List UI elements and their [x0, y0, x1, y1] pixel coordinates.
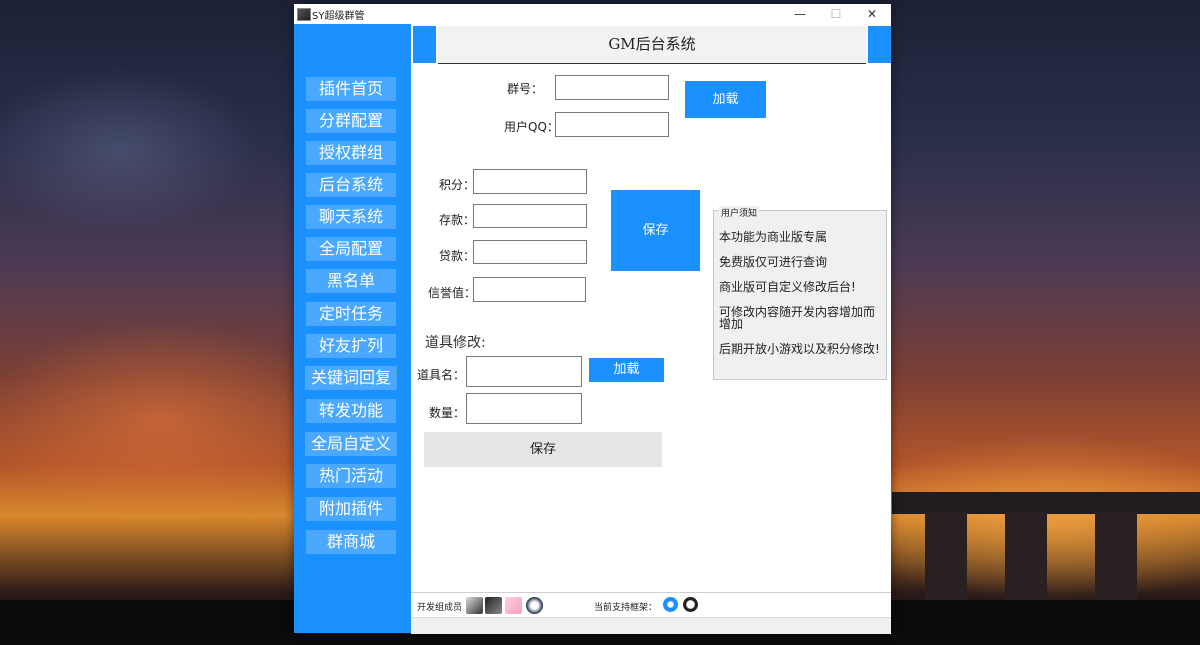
app-icon: [297, 8, 311, 21]
framework-icon[interactable]: [663, 597, 678, 612]
group-number-label: 群号：: [507, 82, 544, 96]
avatar[interactable]: [505, 597, 522, 614]
notice-line: 免费版仅可进行查询: [719, 255, 828, 269]
save-stats-button[interactable]: 保存: [611, 190, 700, 271]
credit-label: 信誉值：: [428, 286, 477, 300]
window-title: SY超级群管: [312, 11, 365, 22]
page-title: GM后台系统: [438, 26, 866, 64]
app-window: SY超级群管 — ☐ ✕ 插件首页 分群配置 授权群组 后台系统 聊天系统 全局…: [294, 4, 891, 634]
loan-label: 贷款：: [439, 249, 476, 263]
user-notice-title: 用户须知: [719, 206, 760, 219]
quantity-input[interactable]: [466, 393, 582, 424]
notice-line: 本功能为商业版专属: [719, 230, 828, 244]
quantity-label: 数量：: [429, 406, 466, 420]
sidebar-item-blacklist[interactable]: 黑名单: [306, 269, 396, 293]
header-accent-right: [868, 26, 891, 63]
save-item-button[interactable]: 保存: [424, 432, 662, 467]
close-icon[interactable]: ✕: [854, 4, 890, 24]
footer: 开发组成员 当前支持框架：: [411, 592, 891, 618]
title-bar[interactable]: SY超级群管 — ☐ ✕: [294, 4, 891, 24]
main-panel: GM后台系统 群号： 用户QQ： 加载 积分： 存款： 贷款： 信誉值： 保存 …: [411, 24, 891, 634]
points-input[interactable]: [473, 169, 587, 194]
wallpaper-pillar: [1095, 512, 1137, 612]
avatar[interactable]: [466, 597, 483, 614]
wallpaper-pillar: [925, 512, 967, 612]
loan-input[interactable]: [473, 240, 587, 264]
deposit-input[interactable]: [473, 204, 587, 228]
sidebar-item-global-custom[interactable]: 全局自定义: [305, 432, 397, 456]
load-user-button[interactable]: 加载: [685, 81, 766, 118]
minimize-icon[interactable]: —: [782, 4, 818, 24]
deposit-label: 存款：: [439, 213, 476, 227]
framework-label: 当前支持框架：: [594, 603, 658, 613]
avatar[interactable]: [485, 597, 502, 614]
sidebar-item-forward[interactable]: 转发功能: [306, 399, 396, 423]
sidebar-item-auth-groups[interactable]: 授权群组: [306, 141, 396, 165]
avatar[interactable]: [526, 597, 543, 614]
sidebar-item-events[interactable]: 热门活动: [306, 464, 396, 488]
header-accent-left: [413, 26, 436, 63]
group-number-input[interactable]: [555, 75, 669, 100]
dev-team-label: 开发组成员: [417, 603, 463, 613]
status-bar: [411, 617, 891, 634]
sidebar-item-scheduled[interactable]: 定时任务: [306, 302, 396, 326]
notice-line: 可修改内容随开发内容增加而增加: [719, 305, 876, 331]
credit-input[interactable]: [473, 277, 586, 302]
sidebar-item-addons[interactable]: 附加插件: [306, 497, 396, 521]
sidebar-item-group-config[interactable]: 分群配置: [306, 109, 396, 133]
item-name-label: 道具名：: [417, 368, 466, 382]
item-name-input[interactable]: [466, 356, 582, 387]
wallpaper-bridge: [892, 492, 1200, 514]
sidebar-item-friends[interactable]: 好友扩列: [306, 334, 396, 358]
notice-line: 后期开放小游戏以及积分修改!: [719, 342, 880, 356]
sidebar-item-plugin-home[interactable]: 插件首页: [306, 77, 396, 101]
points-label: 积分：: [439, 178, 476, 192]
wallpaper-pillar: [1005, 512, 1047, 612]
load-item-button[interactable]: 加载: [589, 358, 664, 382]
sidebar: 插件首页 分群配置 授权群组 后台系统 聊天系统 全局配置 黑名单 定时任务 好…: [294, 24, 411, 633]
user-qq-input[interactable]: [555, 112, 669, 137]
sidebar-item-chat[interactable]: 聊天系统: [306, 205, 396, 229]
sidebar-item-global-config[interactable]: 全局配置: [306, 237, 396, 261]
sidebar-item-shop[interactable]: 群商城: [306, 530, 396, 554]
framework-icon[interactable]: [683, 597, 698, 612]
user-qq-label: 用户QQ：: [504, 120, 559, 134]
user-notice-group: 用户须知 本功能为商业版专属 免费版仅可进行查询 商业版可自定义修改后台! 可修…: [713, 206, 887, 380]
sidebar-item-backend[interactable]: 后台系统: [306, 173, 396, 197]
sidebar-item-keyword-reply[interactable]: 关键词回复: [305, 366, 397, 390]
item-edit-heading: 道具修改:: [425, 335, 486, 351]
maximize-icon[interactable]: ☐: [818, 4, 854, 24]
notice-line: 商业版可自定义修改后台!: [719, 280, 856, 294]
